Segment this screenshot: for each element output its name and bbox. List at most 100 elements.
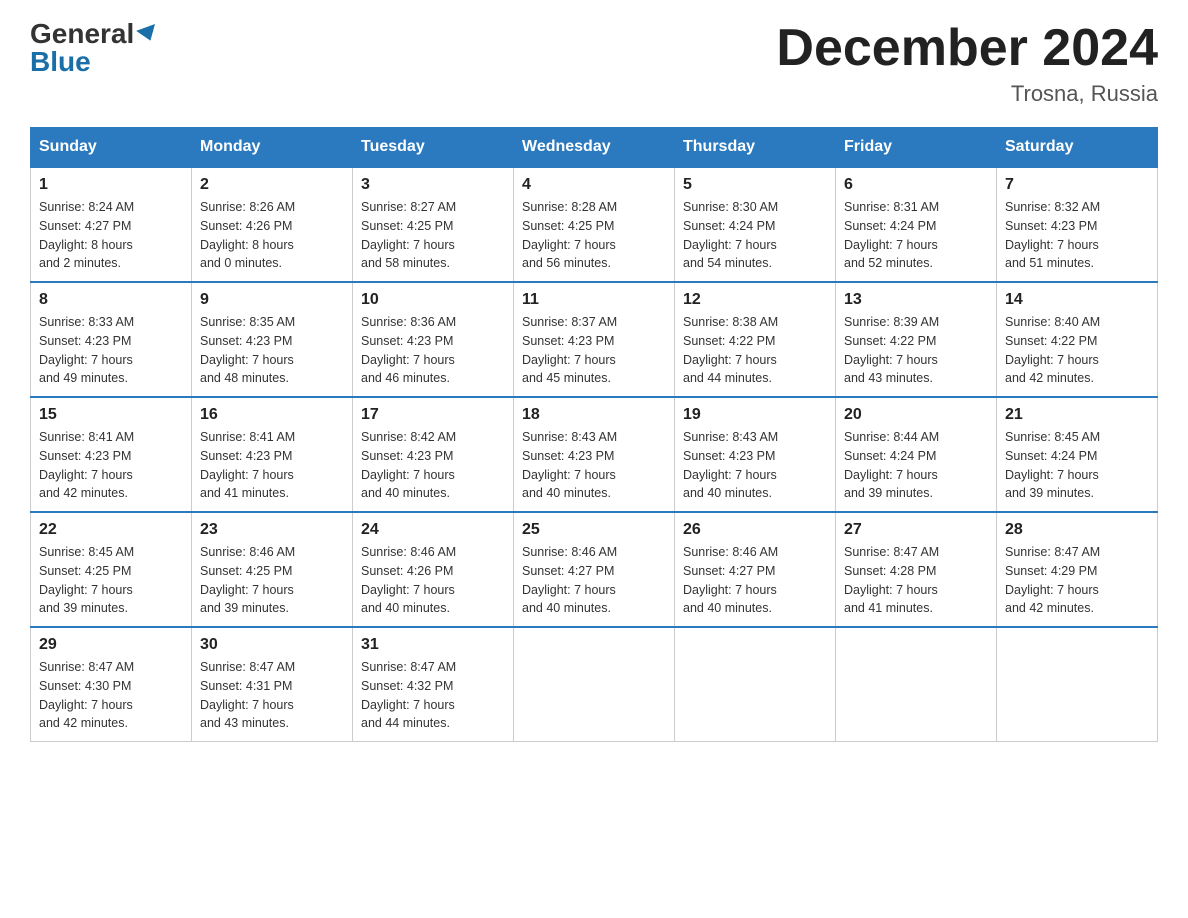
- calendar-cell: 8 Sunrise: 8:33 AM Sunset: 4:23 PM Daylig…: [31, 282, 192, 397]
- calendar-cell: 4Sunrise: 8:28 AM Sunset: 4:25 PM Daylig…: [514, 167, 675, 282]
- calendar-cell: 1 Sunrise: 8:24 AM Sunset: 4:27 PM Daylig…: [31, 167, 192, 282]
- day-info: Sunrise: 8:43 AM Sunset: 4:23 PM Dayligh…: [683, 428, 827, 503]
- calendar-cell: 3 Sunrise: 8:27 AM Sunset: 4:25 PM Daylig…: [353, 167, 514, 282]
- day-info: Sunrise: 8:46 AM Sunset: 4:25 PM Dayligh…: [200, 543, 344, 618]
- day-number: 1: [39, 176, 183, 194]
- day-info: Sunrise: 8:46 AM Sunset: 4:27 PM Dayligh…: [522, 543, 666, 618]
- calendar-cell: 24Sunrise: 8:46 AM Sunset: 4:26 PM Dayli…: [353, 512, 514, 627]
- day-info: Sunrise: 8:42 AM Sunset: 4:23 PM Dayligh…: [361, 428, 505, 503]
- day-number: 18: [522, 406, 666, 424]
- week-row-5: 29 Sunrise: 8:47 AM Sunset: 4:30 PM Dayli…: [31, 627, 1158, 742]
- week-row-4: 22 Sunrise: 8:45 AM Sunset: 4:25 PM Dayli…: [31, 512, 1158, 627]
- day-number: 15: [39, 406, 183, 424]
- day-info: Sunrise: 8:41 AM Sunset: 4:23 PM Dayligh…: [200, 428, 344, 503]
- weekday-header-saturday: Saturday: [997, 128, 1158, 168]
- day-number: 16: [200, 406, 344, 424]
- day-number: 2: [200, 176, 344, 194]
- calendar-cell: 22 Sunrise: 8:45 AM Sunset: 4:25 PM Dayli…: [31, 512, 192, 627]
- day-info: Sunrise: 8:47 AM Sunset: 4:32 PM Dayligh…: [361, 658, 505, 733]
- day-info: Sunrise: 8:32 AM Sunset: 4:23 PM Dayligh…: [1005, 198, 1149, 273]
- day-info: Sunrise: 8:24 AM Sunset: 4:27 PM Dayligh…: [39, 198, 183, 273]
- day-info: Sunrise: 8:45 AM Sunset: 4:24 PM Dayligh…: [1005, 428, 1149, 503]
- calendar-cell: 11Sunrise: 8:37 AM Sunset: 4:23 PM Dayli…: [514, 282, 675, 397]
- calendar-body: 1 Sunrise: 8:24 AM Sunset: 4:27 PM Daylig…: [31, 167, 1158, 742]
- day-info: Sunrise: 8:31 AM Sunset: 4:24 PM Dayligh…: [844, 198, 988, 273]
- day-number: 4: [522, 176, 666, 194]
- day-info: Sunrise: 8:47 AM Sunset: 4:28 PM Dayligh…: [844, 543, 988, 618]
- day-number: 22: [39, 521, 183, 539]
- week-row-3: 15 Sunrise: 8:41 AM Sunset: 4:23 PM Dayli…: [31, 397, 1158, 512]
- logo-general-text: General: [30, 20, 134, 48]
- weekday-header-row: SundayMondayTuesdayWednesdayThursdayFrid…: [31, 128, 1158, 168]
- day-info: Sunrise: 8:26 AM Sunset: 4:26 PM Dayligh…: [200, 198, 344, 273]
- day-info: Sunrise: 8:45 AM Sunset: 4:25 PM Dayligh…: [39, 543, 183, 618]
- day-number: 5: [683, 176, 827, 194]
- page-header: General Blue December 2024 Trosna, Russi…: [30, 20, 1158, 107]
- logo-blue-text: Blue: [30, 48, 91, 76]
- calendar-cell: 23 Sunrise: 8:46 AM Sunset: 4:25 PM Dayli…: [192, 512, 353, 627]
- calendar-cell: 13 Sunrise: 8:39 AM Sunset: 4:22 PM Dayli…: [836, 282, 997, 397]
- calendar-cell: 28 Sunrise: 8:47 AM Sunset: 4:29 PM Dayli…: [997, 512, 1158, 627]
- calendar-cell: 14 Sunrise: 8:40 AM Sunset: 4:22 PM Dayli…: [997, 282, 1158, 397]
- day-info: Sunrise: 8:47 AM Sunset: 4:29 PM Dayligh…: [1005, 543, 1149, 618]
- day-number: 9: [200, 291, 344, 309]
- day-number: 31: [361, 636, 505, 654]
- calendar-cell: 29 Sunrise: 8:47 AM Sunset: 4:30 PM Dayli…: [31, 627, 192, 742]
- day-info: Sunrise: 8:37 AM Sunset: 4:23 PM Dayligh…: [522, 313, 666, 388]
- day-number: 17: [361, 406, 505, 424]
- weekday-header-tuesday: Tuesday: [353, 128, 514, 168]
- day-number: 19: [683, 406, 827, 424]
- day-number: 13: [844, 291, 988, 309]
- weekday-header-friday: Friday: [836, 128, 997, 168]
- day-number: 20: [844, 406, 988, 424]
- calendar-cell: 15 Sunrise: 8:41 AM Sunset: 4:23 PM Dayli…: [31, 397, 192, 512]
- calendar-cell: 26 Sunrise: 8:46 AM Sunset: 4:27 PM Dayli…: [675, 512, 836, 627]
- day-number: 27: [844, 521, 988, 539]
- calendar-cell: 18 Sunrise: 8:43 AM Sunset: 4:23 PM Dayli…: [514, 397, 675, 512]
- day-number: 29: [39, 636, 183, 654]
- day-info: Sunrise: 8:41 AM Sunset: 4:23 PM Dayligh…: [39, 428, 183, 503]
- calendar-cell: 25Sunrise: 8:46 AM Sunset: 4:27 PM Dayli…: [514, 512, 675, 627]
- day-number: 30: [200, 636, 344, 654]
- day-number: 14: [1005, 291, 1149, 309]
- day-number: 28: [1005, 521, 1149, 539]
- calendar-table: SundayMondayTuesdayWednesdayThursdayFrid…: [30, 127, 1158, 742]
- day-number: 23: [200, 521, 344, 539]
- day-number: 12: [683, 291, 827, 309]
- weekday-header-wednesday: Wednesday: [514, 128, 675, 168]
- location-text: Trosna, Russia: [776, 81, 1158, 107]
- week-row-2: 8 Sunrise: 8:33 AM Sunset: 4:23 PM Daylig…: [31, 282, 1158, 397]
- day-number: 21: [1005, 406, 1149, 424]
- day-info: Sunrise: 8:43 AM Sunset: 4:23 PM Dayligh…: [522, 428, 666, 503]
- logo-triangle-icon: [136, 24, 160, 44]
- day-number: 6: [844, 176, 988, 194]
- calendar-cell: 10 Sunrise: 8:36 AM Sunset: 4:23 PM Dayli…: [353, 282, 514, 397]
- day-info: Sunrise: 8:40 AM Sunset: 4:22 PM Dayligh…: [1005, 313, 1149, 388]
- calendar-cell: [514, 627, 675, 742]
- logo: General Blue: [30, 20, 158, 76]
- day-info: Sunrise: 8:27 AM Sunset: 4:25 PM Dayligh…: [361, 198, 505, 273]
- calendar-cell: 5 Sunrise: 8:30 AM Sunset: 4:24 PM Daylig…: [675, 167, 836, 282]
- day-info: Sunrise: 8:36 AM Sunset: 4:23 PM Dayligh…: [361, 313, 505, 388]
- calendar-cell: 21 Sunrise: 8:45 AM Sunset: 4:24 PM Dayli…: [997, 397, 1158, 512]
- day-number: 24: [361, 521, 505, 539]
- calendar-cell: 19 Sunrise: 8:43 AM Sunset: 4:23 PM Dayli…: [675, 397, 836, 512]
- month-title: December 2024: [776, 20, 1158, 77]
- day-number: 26: [683, 521, 827, 539]
- day-info: Sunrise: 8:39 AM Sunset: 4:22 PM Dayligh…: [844, 313, 988, 388]
- calendar-cell: 31 Sunrise: 8:47 AM Sunset: 4:32 PM Dayli…: [353, 627, 514, 742]
- calendar-cell: 30 Sunrise: 8:47 AM Sunset: 4:31 PM Dayli…: [192, 627, 353, 742]
- weekday-header-thursday: Thursday: [675, 128, 836, 168]
- calendar-cell: 7Sunrise: 8:32 AM Sunset: 4:23 PM Daylig…: [997, 167, 1158, 282]
- day-number: 3: [361, 176, 505, 194]
- day-number: 10: [361, 291, 505, 309]
- day-info: Sunrise: 8:46 AM Sunset: 4:27 PM Dayligh…: [683, 543, 827, 618]
- day-info: Sunrise: 8:33 AM Sunset: 4:23 PM Dayligh…: [39, 313, 183, 388]
- day-info: Sunrise: 8:47 AM Sunset: 4:31 PM Dayligh…: [200, 658, 344, 733]
- day-info: Sunrise: 8:47 AM Sunset: 4:30 PM Dayligh…: [39, 658, 183, 733]
- calendar-cell: 6 Sunrise: 8:31 AM Sunset: 4:24 PM Daylig…: [836, 167, 997, 282]
- calendar-header: SundayMondayTuesdayWednesdayThursdayFrid…: [31, 128, 1158, 168]
- calendar-cell: [836, 627, 997, 742]
- day-number: 8: [39, 291, 183, 309]
- day-info: Sunrise: 8:30 AM Sunset: 4:24 PM Dayligh…: [683, 198, 827, 273]
